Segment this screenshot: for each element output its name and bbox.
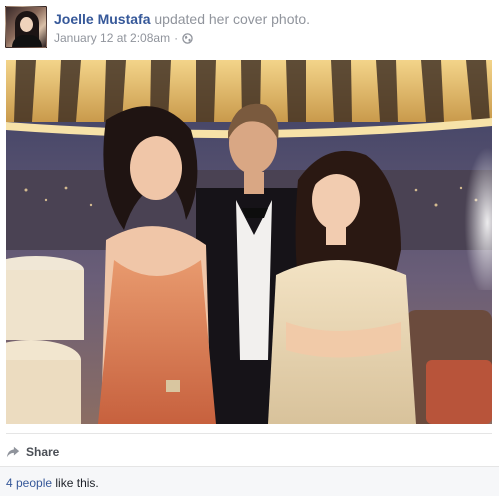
likes-sentence: 4 people like this. — [6, 476, 99, 490]
story-meta: January 12 at 2:08am · — [54, 30, 193, 48]
author-avatar[interactable] — [5, 6, 47, 48]
share-arrow-icon — [6, 446, 20, 458]
story-headline: Joelle Mustafa updated her cover photo. — [54, 10, 310, 28]
story-action-text: updated her cover photo. — [154, 11, 311, 27]
cover-photo[interactable] — [6, 60, 492, 424]
timestamp-link[interactable]: January 12 at 2:08am — [54, 31, 170, 45]
share-label: Share — [26, 445, 60, 459]
meta-separator: · — [174, 31, 179, 45]
likes-count-link[interactable]: 4 people — [6, 476, 52, 490]
actions-divider — [6, 433, 492, 434]
author-name-link[interactable]: Joelle Mustafa — [54, 11, 150, 27]
globe-icon[interactable] — [182, 32, 193, 48]
share-button[interactable]: Share — [6, 444, 59, 460]
likes-summary: 4 people like this. — [0, 466, 499, 496]
likes-suffix: like this. — [55, 476, 99, 490]
feed-story: Joelle Mustafa updated her cover photo. … — [0, 0, 499, 496]
